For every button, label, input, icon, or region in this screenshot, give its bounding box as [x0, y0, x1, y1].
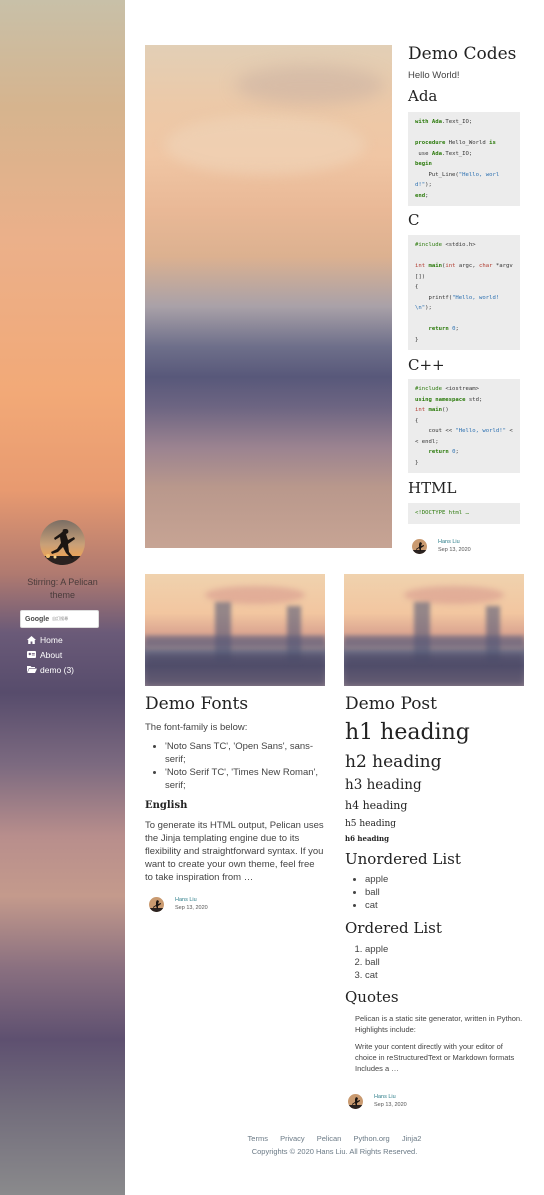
- list-item: 'Noto Serif TC', 'Times New Roman', seri…: [165, 766, 325, 792]
- footer-link-terms[interactable]: Terms: [248, 1134, 268, 1143]
- author-avatar[interactable]: [149, 896, 164, 912]
- h2-heading: h2 heading: [345, 752, 442, 772]
- id-card-icon: [27, 651, 38, 658]
- list-item: 'Noto Sans TC', 'Open Sans', sans-serif;: [165, 740, 325, 766]
- author-name[interactable]: Hans Liu: [374, 1093, 407, 1101]
- nav-item-about[interactable]: About: [27, 647, 74, 662]
- footer: Terms Privacy Pelican Python.org Jinja2 …: [125, 1134, 544, 1156]
- featured-intro: Hello World!: [408, 70, 460, 81]
- code-block-c: #include <stdio.h> int main(int argc, ch…: [408, 235, 520, 350]
- demo-fonts-intro: The font-family is below:: [145, 722, 248, 733]
- author-avatar[interactable]: [412, 538, 427, 554]
- home-icon: [27, 635, 38, 644]
- nav-label: demo (3): [40, 664, 75, 675]
- h6-heading: h6 heading: [345, 834, 390, 843]
- quote-text-2: Write your content directly with your ed…: [355, 1042, 515, 1073]
- list-item: cat: [365, 969, 525, 982]
- post-date: Sep 13, 2020: [374, 1102, 407, 1108]
- folder-open-icon: [27, 666, 38, 673]
- demo-post-card: Demo Post h1 heading h2 heading h3 headi…: [345, 694, 525, 1074]
- ordered-list-heading: Ordered List: [345, 919, 442, 937]
- post-date: Sep 13, 2020: [175, 905, 208, 911]
- sidebar-nav: Home About demo (3): [27, 632, 74, 677]
- featured-image[interactable]: [145, 45, 392, 548]
- site-title: Stirring: A Pelican theme: [27, 577, 98, 600]
- footer-links: Terms Privacy Pelican Python.org Jinja2: [125, 1134, 544, 1143]
- unordered-list-heading: Unordered List: [345, 850, 461, 868]
- list-item: apple: [365, 873, 525, 886]
- demo-post-image[interactable]: [344, 574, 524, 686]
- footer-link-pelican[interactable]: Pelican: [317, 1134, 342, 1143]
- sidebar: Stirring: A Pelican theme Google 自訂搜尋 Ho…: [0, 0, 125, 1195]
- author-name[interactable]: Hans Liu: [175, 896, 208, 904]
- font-list: 'Noto Sans TC', 'Open Sans', sans-serif;…: [145, 740, 325, 792]
- demo-fonts-image[interactable]: [145, 574, 325, 686]
- copyright: Copyrights © 2020 Hans Liu. All Rights R…: [251, 1147, 418, 1156]
- h4-heading: h4 heading: [345, 799, 408, 812]
- demo-post-title[interactable]: Demo Post: [345, 694, 525, 714]
- featured-post: Demo Codes Hello World! Ada with Ada.Tex…: [408, 44, 520, 524]
- author-avatar[interactable]: [348, 1093, 363, 1109]
- code-block-ada: with Ada.Text_IO; procedure Hello_World …: [408, 112, 520, 206]
- code-block-html: <!DOCTYPE html …: [408, 503, 520, 524]
- demo-post-author: Hans Liu Sep 13, 2020: [348, 1093, 407, 1109]
- nav-label: Home: [40, 634, 63, 645]
- list-item: apple: [365, 943, 525, 956]
- nav-item-demo[interactable]: demo (3): [27, 662, 74, 677]
- demo-fonts-author: Hans Liu Sep 13, 2020: [149, 896, 208, 912]
- demo-fonts-title[interactable]: Demo Fonts: [145, 694, 325, 714]
- featured-post-title[interactable]: Demo Codes: [408, 44, 520, 64]
- nav-item-home[interactable]: Home: [27, 632, 74, 647]
- quote-text-1: Pelican is a static site generator, writ…: [355, 1014, 523, 1034]
- h3-heading: h3 heading: [345, 777, 422, 793]
- nav-label: About: [40, 649, 63, 660]
- author-name[interactable]: Hans Liu: [438, 538, 471, 546]
- demo-fonts-excerpt: To generate its HTML output, Pelican use…: [145, 820, 324, 883]
- post-date: Sep 13, 2020: [438, 547, 471, 553]
- english-heading: English: [145, 800, 188, 811]
- h1-heading: h1 heading: [345, 720, 470, 745]
- ordered-list: apple ball cat: [345, 943, 525, 982]
- list-item: ball: [365, 956, 525, 969]
- search-sub-label: 自訂搜尋: [52, 616, 69, 621]
- avatar[interactable]: [40, 520, 85, 565]
- h5-heading: h5 heading: [345, 819, 397, 829]
- footer-link-privacy[interactable]: Privacy: [280, 1134, 305, 1143]
- section-heading-html: HTML: [408, 479, 457, 497]
- code-block-cpp: #include <iostream> using namespace std;…: [408, 379, 520, 473]
- list-item: cat: [365, 899, 525, 912]
- search-input[interactable]: Google 自訂搜尋: [20, 610, 99, 628]
- unordered-list: apple ball cat: [345, 873, 525, 912]
- demo-fonts-card: Demo Fonts The font-family is below: 'No…: [145, 694, 325, 884]
- section-heading-cpp: C++: [408, 356, 445, 374]
- featured-author: Hans Liu Sep 13, 2020: [412, 538, 471, 554]
- list-item: ball: [365, 886, 525, 899]
- section-heading-ada: Ada: [408, 87, 438, 105]
- google-search-logo: Google: [25, 615, 50, 623]
- quotes-heading: Quotes: [345, 988, 399, 1006]
- footer-link-jinja2[interactable]: Jinja2: [402, 1134, 422, 1143]
- footer-link-python[interactable]: Python.org: [353, 1134, 389, 1143]
- section-heading-c: C: [408, 211, 420, 229]
